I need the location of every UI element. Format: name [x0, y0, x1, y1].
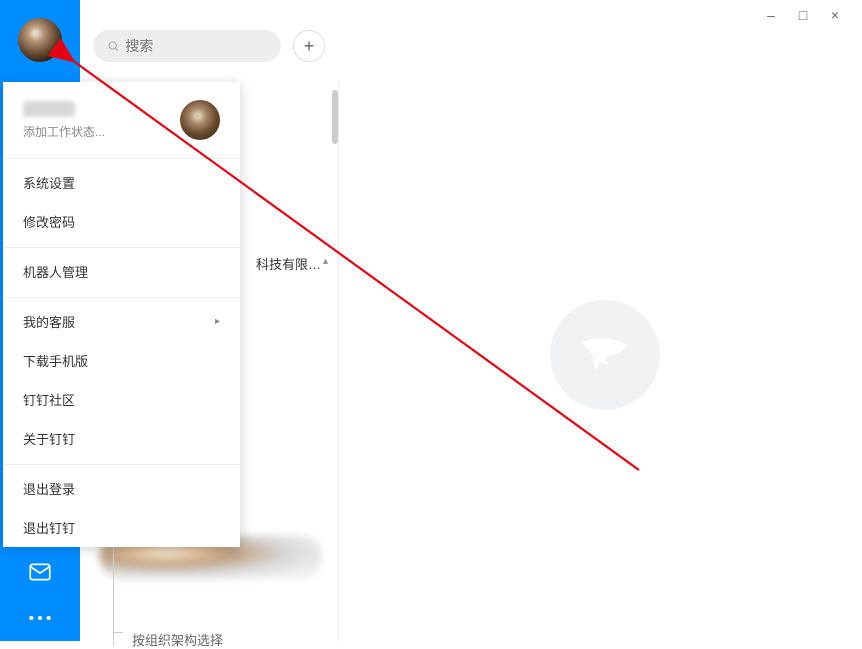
dropdown-username — [23, 101, 75, 117]
list-item-org-select[interactable]: 按组织架构选择 — [132, 630, 223, 649]
dropdown-avatar[interactable] — [180, 100, 220, 140]
tree-line-2 — [113, 536, 114, 646]
vertical-divider — [338, 82, 339, 641]
list-item-company[interactable]: 科技有限… — [256, 254, 321, 273]
add-button[interactable]: + — [293, 30, 325, 62]
maximize-button[interactable]: □ — [796, 8, 810, 22]
header: + — [93, 30, 325, 62]
window-controls: – □ × — [744, 0, 862, 30]
dropdown-header: 添加工作状态... — [3, 82, 240, 154]
menu-logout[interactable]: 退出登录 — [3, 469, 240, 508]
menu-about[interactable]: 关于钉钉 — [3, 419, 240, 458]
menu-download-mobile[interactable]: 下载手机版 — [3, 341, 240, 380]
search-icon — [107, 39, 119, 53]
chevron-right-icon: ▸ — [215, 316, 220, 327]
brand-logo — [550, 300, 660, 410]
tree-branch-2 — [113, 632, 123, 633]
more-icon[interactable] — [27, 605, 53, 631]
menu-exit[interactable]: 退出钉钉 — [3, 508, 240, 547]
close-button[interactable]: × — [828, 8, 842, 22]
menu-change-password[interactable]: 修改密码 — [3, 202, 240, 241]
dropdown-status[interactable]: 添加工作状态... — [23, 123, 105, 140]
menu-system-settings[interactable]: 系统设置 — [3, 163, 240, 202]
menu-robot-manage[interactable]: 机器人管理 — [3, 252, 240, 291]
search-input[interactable] — [125, 38, 267, 54]
menu-community[interactable]: 钉钉社区 — [3, 380, 240, 419]
avatar-dropdown: 添加工作状态... 系统设置 修改密码 机器人管理 我的客服 ▸ 下载手机版 钉… — [3, 82, 240, 547]
menu-my-support-label: 我的客服 — [23, 312, 75, 331]
search-box[interactable] — [93, 30, 281, 62]
caret-up-icon[interactable]: ▴ — [323, 256, 328, 267]
avatar[interactable] — [18, 18, 62, 62]
minimize-button[interactable]: – — [764, 8, 778, 22]
menu-my-support[interactable]: 我的客服 ▸ — [3, 302, 240, 341]
mail-icon[interactable] — [27, 559, 53, 585]
